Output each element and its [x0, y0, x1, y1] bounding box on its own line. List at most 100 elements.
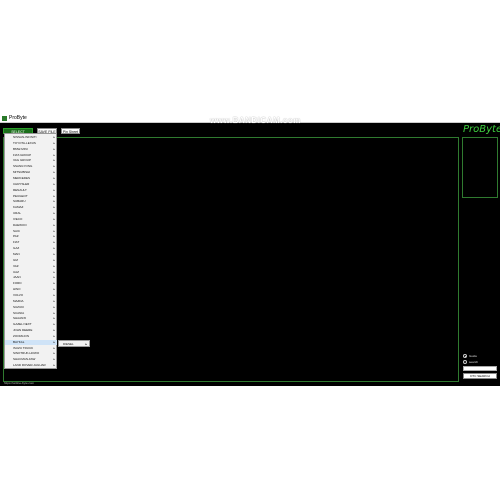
- submenu: DIESEL ▸: [58, 340, 90, 347]
- menu-item-vehicle[interactable]: SSANGYONG ▸: [5, 164, 57, 170]
- menu-item-vehicle[interactable]: SHAANXI ▸: [5, 316, 57, 322]
- chevron-right-icon: ▸: [53, 234, 55, 239]
- menu-item-label: VAG GROUP: [13, 158, 31, 163]
- submenu-item-diesel[interactable]: DIESEL: [63, 341, 74, 348]
- menu-item-vehicle[interactable]: LAND ROVER-JAGUAR ▸: [5, 363, 57, 369]
- chevron-right-icon: ▸: [53, 211, 55, 216]
- side-preview-panel: [462, 137, 498, 198]
- chevron-right-icon: ▸: [53, 281, 55, 286]
- letterbox-top: [0, 0, 500, 114]
- chevron-right-icon: ▸: [53, 322, 55, 327]
- menu-item-vehicle[interactable]: JAAN ▸: [5, 275, 57, 281]
- menu-item-label: MAZDA: [13, 298, 24, 303]
- menu-item-label: MERCEDES: [13, 175, 31, 180]
- dtc-search-input[interactable]: [463, 366, 497, 371]
- menu-item-label: SINOTRUK-HOWO: [13, 351, 40, 356]
- menu-item-vehicle[interactable]: MERCEDES ▸: [5, 176, 57, 182]
- chevron-right-icon: ▸: [53, 164, 55, 169]
- menu-item-vehicle[interactable]: DAEWOO ▸: [5, 223, 57, 229]
- menu-item-vehicle[interactable]: FORD ▸: [5, 281, 57, 287]
- menu-item-vehicle[interactable]: GM ▸: [5, 258, 57, 264]
- chevron-right-icon: ▸: [53, 357, 55, 362]
- chevron-right-icon: ▸: [53, 363, 55, 368]
- menu-item-label: PEUGEOT: [13, 193, 28, 198]
- menu-item-vehicle[interactable]: GAZ ▸: [5, 246, 57, 252]
- menu-item-vehicle[interactable]: SUZUKI ▸: [5, 305, 57, 311]
- chevron-right-icon: ▸: [53, 246, 55, 251]
- chevron-right-icon: ▸: [53, 146, 55, 151]
- radio-guide-label: Guide: [469, 354, 478, 358]
- watermark: www.BANDICAM.com: [210, 116, 301, 125]
- menu-item-vehicle[interactable]: BMW-MINI ▸: [5, 147, 57, 153]
- menu-item-vehicle[interactable]: UAZ ▸: [5, 270, 57, 276]
- menu-item-vehicle[interactable]: VAZ ▸: [5, 264, 57, 270]
- menu-item-vehicle[interactable]: JOHN DEERE ▸: [5, 328, 57, 334]
- status-link[interactable]: https://online-byte.com: [4, 381, 34, 385]
- menu-item-label: VOLVO: [13, 292, 24, 297]
- menu-item-label: FIAT-GROUP: [13, 152, 32, 157]
- menu-item-label: MITSUBISHI: [13, 170, 31, 175]
- tab-pin-sheet[interactable]: Pin Sheet: [61, 128, 80, 134]
- menu-item-vehicle[interactable]: HINO ▸: [5, 287, 57, 293]
- menu-item-vehicle[interactable]: VOLVO ▸: [5, 293, 57, 299]
- chevron-right-icon: ▸: [53, 170, 55, 175]
- menu-item-label: FIAT: [13, 240, 20, 245]
- menu-item-vehicle[interactable]: SAIC ▸: [5, 229, 57, 235]
- menu-item-vehicle[interactable]: PAZ ▸: [5, 234, 57, 240]
- menu-item-label: GM: [13, 257, 18, 262]
- chevron-right-icon: ▸: [53, 205, 55, 210]
- menu-item-vehicle[interactable]: TOYOTA-LEXUS ▸: [5, 141, 57, 147]
- menu-item-label: JAAN: [13, 275, 21, 280]
- menu-item-vehicle[interactable]: PEUGEOT ▸: [5, 194, 57, 200]
- menu-item-label: GAZ: [13, 246, 20, 251]
- chevron-right-icon: ▸: [53, 287, 55, 292]
- menu-item-label: VAZ: [13, 263, 19, 268]
- menu-item-vehicle[interactable]: IVECO ▸: [5, 217, 57, 223]
- menu-item-label: BAYKAL: [13, 339, 25, 344]
- menu-item-vehicle[interactable]: ISUZU TRUCK ▸: [5, 346, 57, 352]
- menu-item-label: SUZUKI: [13, 304, 25, 309]
- menu-item-label: ZOOMLION: [13, 333, 30, 338]
- menu-item-vehicle[interactable]: KAMAZ ▸: [5, 205, 57, 211]
- vehicle-dropdown-menu: NISSAN-INFINITI ▸ TOYOTA-LEXUS ▸ BMW-MINI ▸ FI…: [4, 133, 57, 369]
- menu-item-vehicle[interactable]: NISSAN-INFINITI ▸: [5, 135, 57, 141]
- menu-item-vehicle[interactable]: URAL ▸: [5, 211, 57, 217]
- menu-item-vehicle[interactable]: SHACMAN-FAW ▸: [5, 357, 57, 363]
- chevron-right-icon: ▸: [53, 269, 55, 274]
- chevron-right-icon: ▸: [53, 351, 55, 356]
- chevron-right-icon: ▸: [53, 310, 55, 315]
- menu-item-vehicle[interactable]: FIAT-GROUP ▸: [5, 153, 57, 159]
- menu-item-vehicle[interactable]: VAG GROUP ▸: [5, 158, 57, 164]
- menu-item-vehicle[interactable]: MAZDA ▸: [5, 299, 57, 305]
- menu-item-label: UAZ: [13, 269, 19, 274]
- chevron-right-icon: ▸: [53, 345, 55, 350]
- menu-item-vehicle[interactable]: SUBARU ▸: [5, 199, 57, 205]
- menu-item-label: ISUZU TRUCK: [13, 345, 34, 350]
- menu-item-label: JOHN DEERE: [13, 328, 33, 333]
- dtc-search-button[interactable]: DTC SEARCH: [463, 373, 497, 379]
- chevron-right-icon: ▸: [53, 135, 55, 139]
- menu-item-label: GAZEL NEXT: [13, 322, 32, 327]
- menu-item-label: PAZ: [13, 234, 19, 239]
- menu-item-vehicle[interactable]: FIAT ▸: [5, 240, 57, 246]
- menu-item-label: RENAULT: [13, 187, 27, 192]
- menu-item-label: HINO: [13, 287, 21, 292]
- chevron-right-icon: ▸: [53, 298, 55, 303]
- menu-item-vehicle[interactable]: MAN ▸: [5, 252, 57, 258]
- menu-item-vehicle[interactable]: CHRYSLER ▸: [5, 182, 57, 188]
- menu-item-label: URAL: [13, 211, 22, 216]
- menu-item-vehicle[interactable]: GAZEL NEXT ▸: [5, 322, 57, 328]
- menu-item-vehicle[interactable]: ZOOMLION ▸: [5, 334, 57, 340]
- menu-item-vehicle[interactable]: MITSUBISHI ▸: [5, 170, 57, 176]
- menu-item-vehicle[interactable]: SCANIA ▸: [5, 311, 57, 317]
- chevron-right-icon: ▸: [53, 316, 55, 321]
- radio-guide[interactable]: [463, 354, 467, 358]
- menu-item-label: SHACMAN-FAW: [13, 357, 36, 362]
- chevron-right-icon: ▸: [53, 252, 55, 256]
- chevron-right-icon: ▸: [85, 342, 87, 346]
- menu-item-vehicle[interactable]: SINOTRUK-HOWO ▸: [5, 351, 57, 357]
- menu-item-vehicle[interactable]: BAYKAL ▸: [5, 339, 57, 346]
- window-title: ProByte: [9, 115, 27, 121]
- radio-search[interactable]: [463, 360, 467, 364]
- menu-item-vehicle[interactable]: RENAULT ▸: [5, 188, 57, 194]
